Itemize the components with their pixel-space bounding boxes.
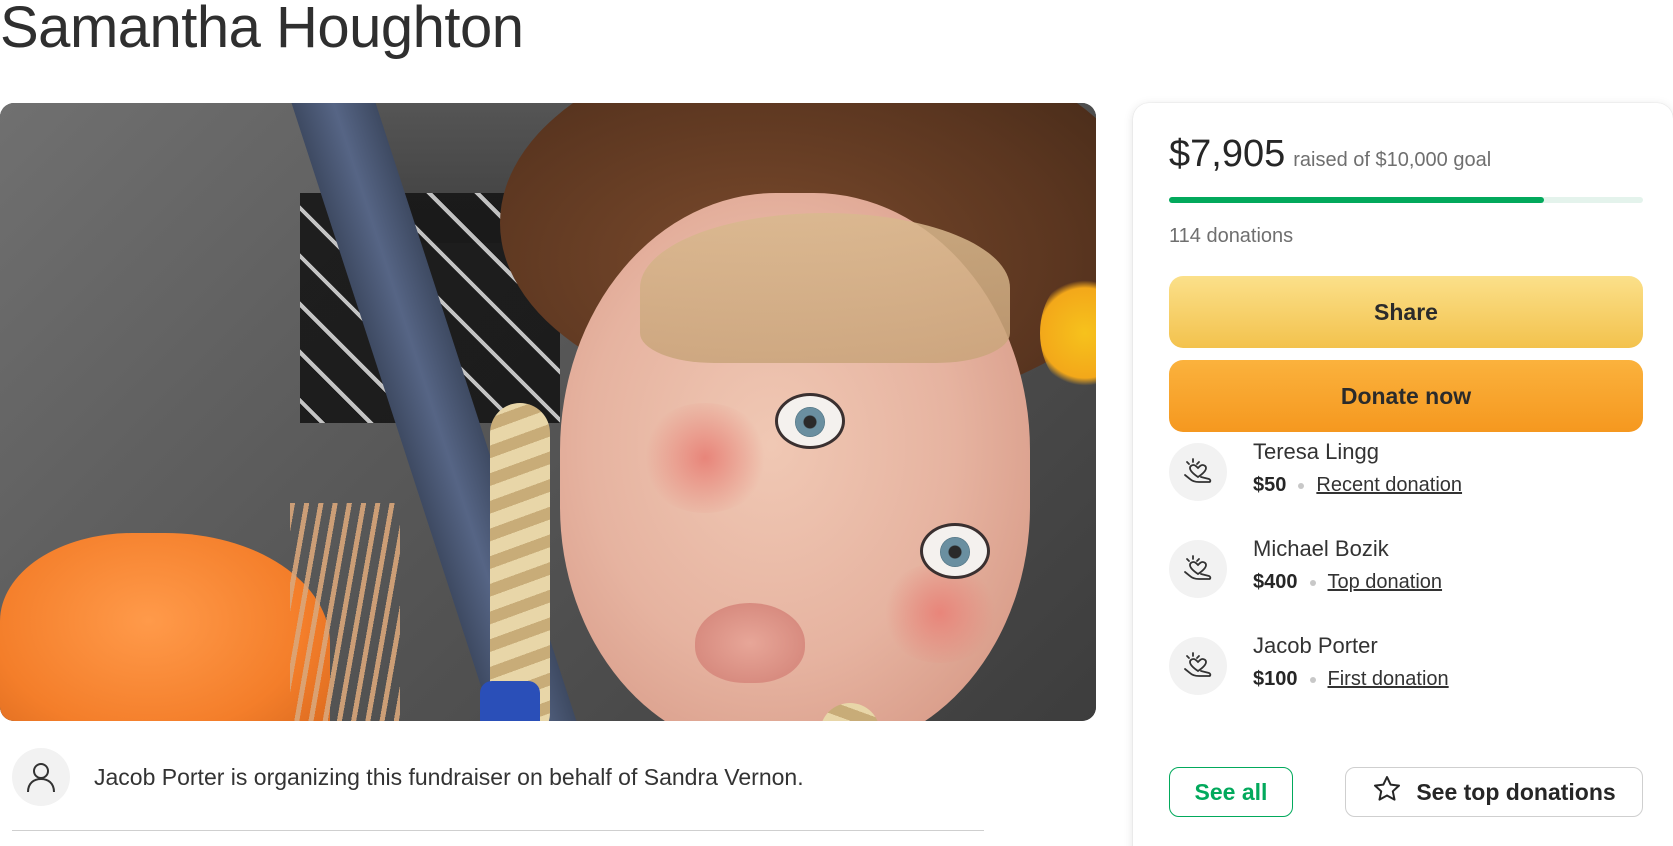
photo-lips — [695, 603, 805, 683]
photo-cheek — [880, 563, 1000, 663]
recent-donation-link[interactable]: Recent donation — [1316, 474, 1462, 497]
see-all-label: See all — [1194, 778, 1268, 805]
donor-item: Jacob Porter $100 First donation — [1169, 633, 1649, 703]
see-all-button[interactable]: See all — [1169, 767, 1293, 817]
progress-bar — [1169, 197, 1643, 203]
donor-meta: $100 First donation — [1253, 668, 1449, 691]
photo-braid — [490, 403, 550, 721]
see-top-donations-button[interactable]: See top donations — [1345, 767, 1643, 817]
user-icon — [12, 748, 70, 806]
photo-hair-tie — [480, 681, 540, 721]
donor-amount: $50 — [1253, 474, 1287, 496]
divider — [12, 830, 984, 831]
donor-amount: $100 — [1253, 668, 1298, 690]
heart-hand-icon — [1169, 443, 1227, 501]
photo-straw — [290, 503, 400, 721]
photo-hair — [640, 213, 1010, 363]
donor-meta: $50 Recent donation — [1253, 474, 1462, 497]
donate-now-button[interactable]: Donate now — [1169, 360, 1643, 432]
donor-name: Teresa Lingg — [1253, 439, 1379, 464]
photo-eye — [920, 523, 990, 579]
separator-dot — [1309, 579, 1316, 586]
donor-name: Jacob Porter — [1253, 633, 1378, 658]
share-button[interactable]: Share — [1169, 276, 1643, 348]
campaign-photo[interactable] — [0, 103, 1096, 721]
goal-text: raised of $10,000 goal — [1293, 149, 1492, 171]
donor-name: Michael Bozik — [1253, 536, 1389, 561]
donor-amount: $400 — [1253, 571, 1298, 593]
first-donation-link[interactable]: First donation — [1328, 668, 1449, 691]
separator-dot — [1298, 482, 1305, 489]
page-title: Samantha Houghton — [0, 0, 524, 60]
see-top-donations-label: See top donations — [1416, 778, 1616, 805]
star-icon — [1372, 774, 1402, 810]
donor-item: Michael Bozik $400 Top donation — [1169, 536, 1649, 606]
organizer-row: Jacob Porter is organizing this fundrais… — [12, 748, 804, 806]
donor-meta: $400 Top donation — [1253, 571, 1442, 594]
top-donation-link[interactable]: Top donation — [1328, 571, 1443, 594]
raised-summary: $7,905 raised of $10,000 goal — [1169, 133, 1491, 176]
separator-dot — [1309, 676, 1316, 683]
heart-hand-icon — [1169, 637, 1227, 695]
organizer-text: Jacob Porter is organizing this fundrais… — [94, 763, 804, 790]
raised-amount: $7,905 — [1169, 133, 1286, 175]
progress-fill — [1169, 197, 1544, 203]
donation-card: $7,905 raised of $10,000 goal 114 donati… — [1133, 103, 1673, 846]
photo-eye — [775, 393, 845, 449]
photo-cheek — [640, 403, 770, 513]
heart-hand-icon — [1169, 540, 1227, 598]
donor-item: Teresa Lingg $50 Recent donation — [1169, 439, 1649, 509]
donation-count: 114 donations — [1169, 225, 1294, 247]
